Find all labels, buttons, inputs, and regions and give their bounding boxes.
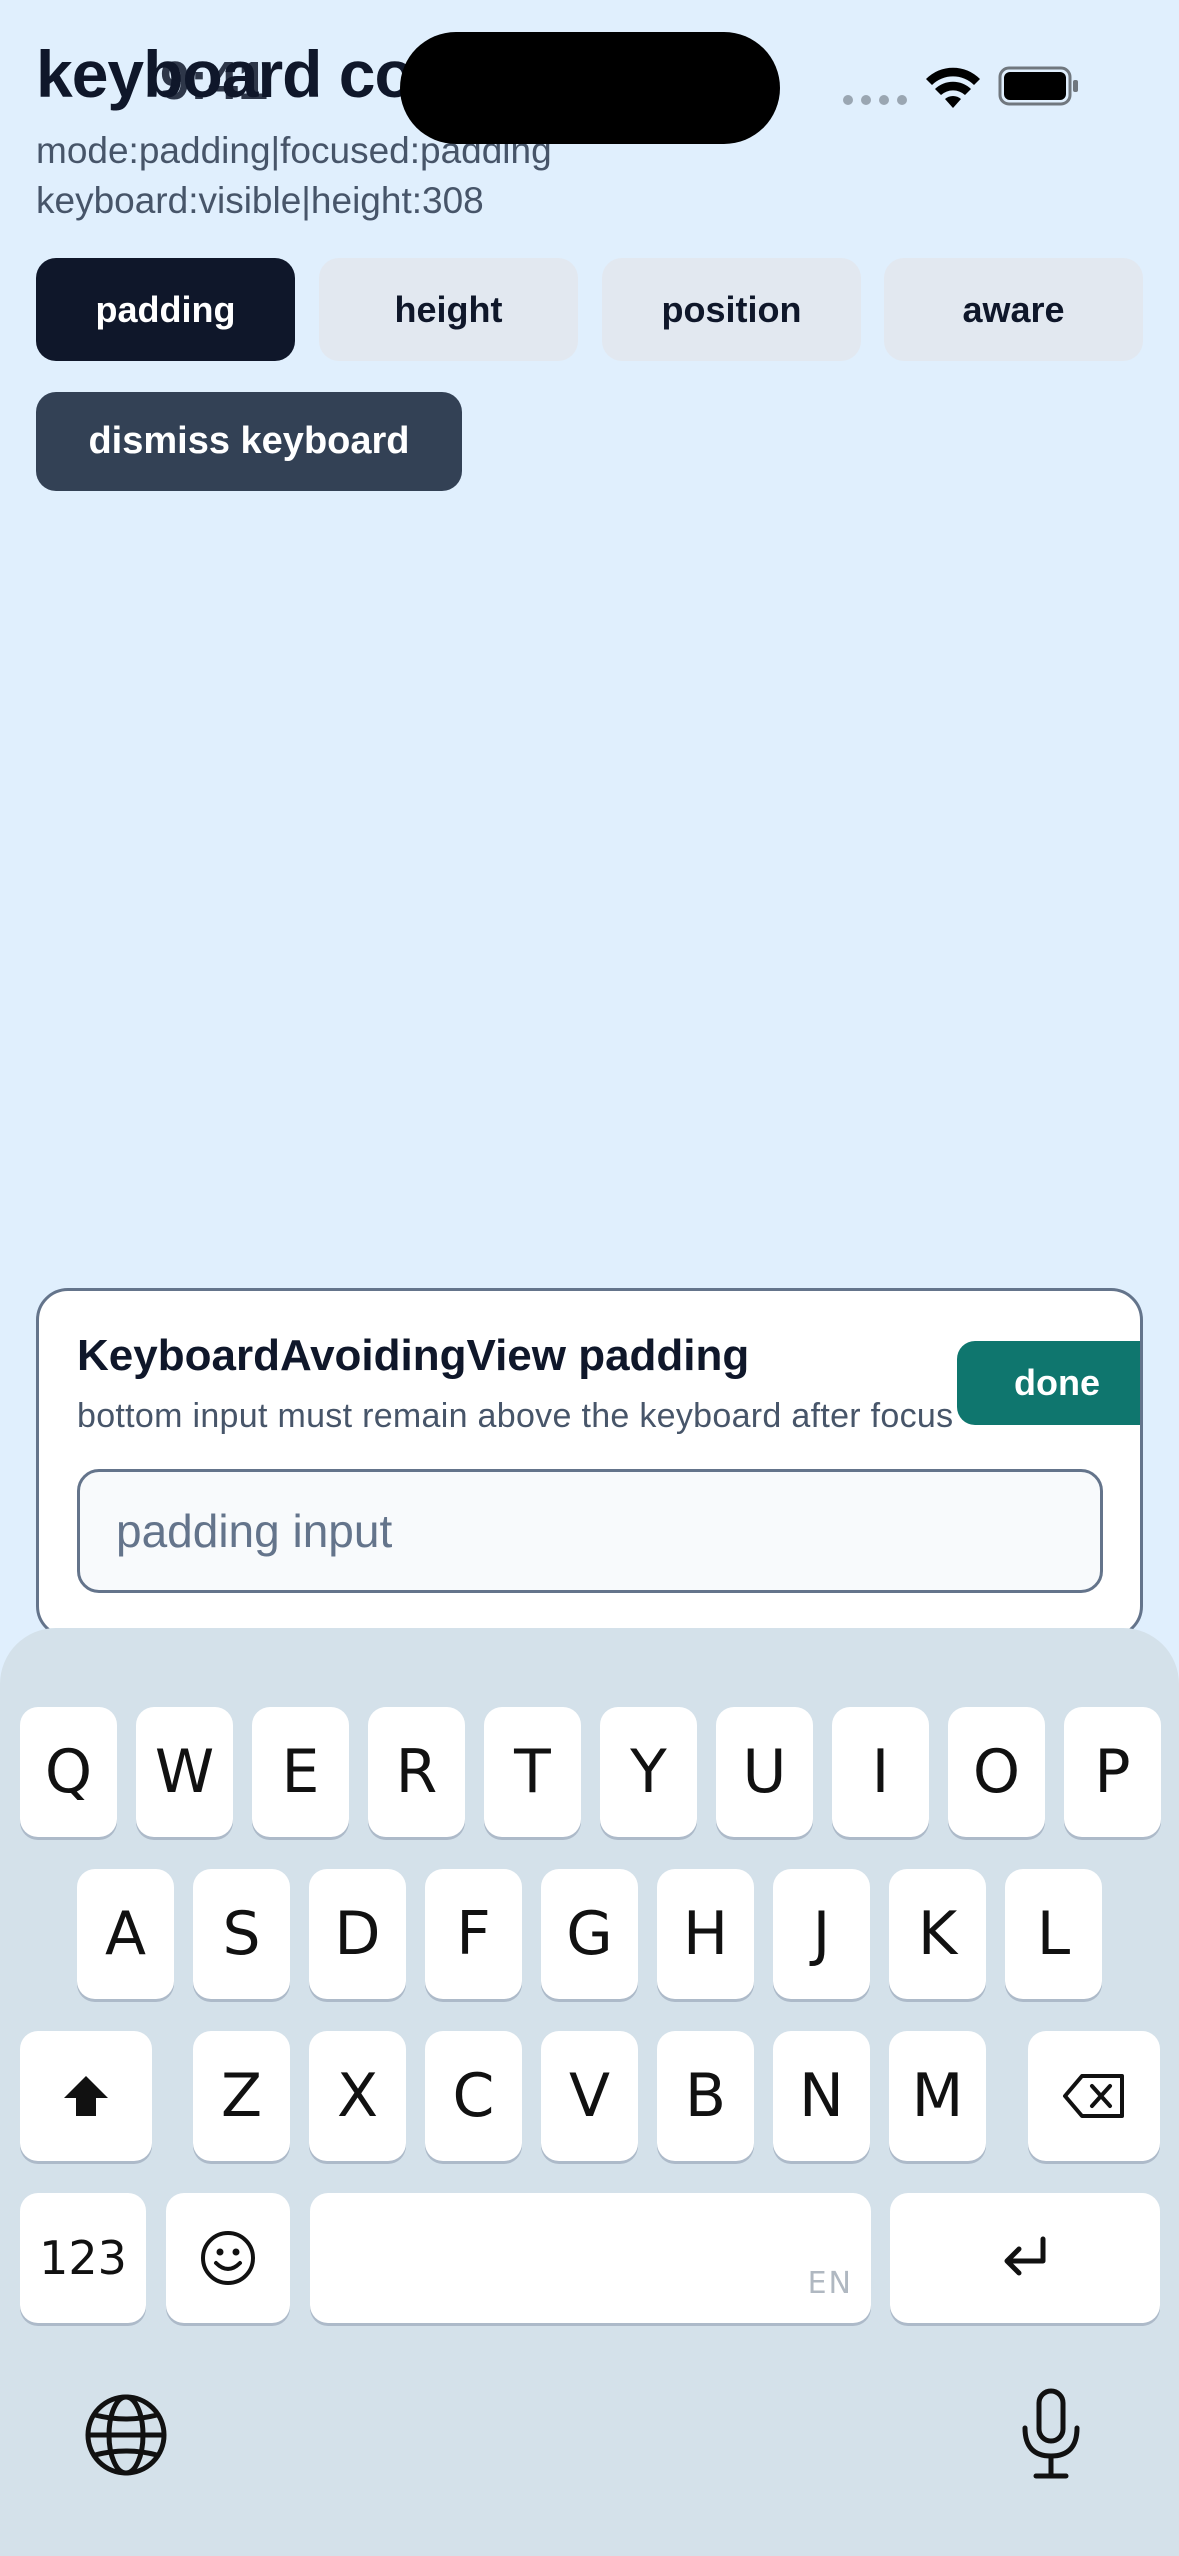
shift-icon bbox=[64, 2076, 108, 2116]
card-subtitle: bottom input must remain above the keybo… bbox=[77, 1397, 954, 1435]
padding-input[interactable]: padding input bbox=[77, 1469, 1103, 1593]
key-a[interactable]: A bbox=[77, 1869, 174, 1999]
globe-icon[interactable] bbox=[84, 2393, 168, 2477]
status-bar-time: 9:41 bbox=[160, 51, 269, 111]
key-u[interactable]: U bbox=[716, 1707, 813, 1837]
keyboard-status-text: keyboard:visible|height:308 bbox=[36, 180, 484, 221]
card-title: KeyboardAvoidingView padding bbox=[77, 1331, 750, 1380]
dynamic-island bbox=[400, 32, 780, 144]
key-v[interactable]: V bbox=[541, 2031, 638, 2161]
cellular-signal-icon bbox=[843, 95, 907, 105]
backspace-key[interactable] bbox=[1028, 2031, 1160, 2161]
key-z[interactable]: Z bbox=[193, 2031, 290, 2161]
keyboard-avoiding-card: KeyboardAvoidingView padding bottom inpu… bbox=[36, 1288, 1143, 1638]
key-e[interactable]: E bbox=[252, 1707, 349, 1837]
backspace-icon bbox=[1063, 2074, 1124, 2118]
mode-button-padding[interactable]: padding bbox=[36, 258, 295, 361]
return-key[interactable] bbox=[890, 2193, 1160, 2323]
battery-icon bbox=[998, 66, 1078, 106]
numbers-key[interactable]: 123 bbox=[20, 2193, 146, 2323]
shift-key[interactable] bbox=[20, 2031, 152, 2161]
key-k[interactable]: K bbox=[889, 1869, 986, 1999]
key-m[interactable]: M bbox=[889, 2031, 986, 2161]
space-key[interactable]: EN bbox=[310, 2193, 871, 2323]
done-button[interactable]: done bbox=[957, 1341, 1140, 1425]
dismiss-keyboard-button[interactable]: dismiss keyboard bbox=[36, 392, 462, 491]
key-p[interactable]: P bbox=[1064, 1707, 1161, 1837]
key-o[interactable]: O bbox=[948, 1707, 1045, 1837]
microphone-icon[interactable] bbox=[1018, 2388, 1084, 2480]
key-q[interactable]: Q bbox=[20, 1707, 117, 1837]
key-r[interactable]: R bbox=[368, 1707, 465, 1837]
key-b[interactable]: B bbox=[657, 2031, 754, 2161]
mode-button-height[interactable]: height bbox=[319, 258, 578, 361]
space-locale-label: EN bbox=[807, 2266, 853, 2301]
key-n[interactable]: N bbox=[773, 2031, 870, 2161]
emoji-icon bbox=[201, 2231, 255, 2285]
key-t[interactable]: T bbox=[484, 1707, 581, 1837]
mode-button-position[interactable]: position bbox=[602, 258, 861, 361]
emoji-key[interactable] bbox=[166, 2193, 290, 2323]
key-g[interactable]: G bbox=[541, 1869, 638, 1999]
key-c[interactable]: C bbox=[425, 2031, 522, 2161]
key-l[interactable]: L bbox=[1005, 1869, 1102, 1999]
key-h[interactable]: H bbox=[657, 1869, 754, 1999]
key-w[interactable]: W bbox=[136, 1707, 233, 1837]
return-icon bbox=[1004, 2236, 1046, 2276]
wifi-icon bbox=[926, 67, 980, 108]
key-x[interactable]: X bbox=[309, 2031, 406, 2161]
mode-button-aware[interactable]: aware bbox=[884, 258, 1143, 361]
key-f[interactable]: F bbox=[425, 1869, 522, 1999]
key-y[interactable]: Y bbox=[600, 1707, 697, 1837]
screen: keyboard co mode:padding|focused:padding… bbox=[0, 0, 1179, 2556]
key-s[interactable]: S bbox=[193, 1869, 290, 1999]
key-i[interactable]: I bbox=[832, 1707, 929, 1837]
key-d[interactable]: D bbox=[309, 1869, 406, 1999]
key-j[interactable]: J bbox=[773, 1869, 870, 1999]
